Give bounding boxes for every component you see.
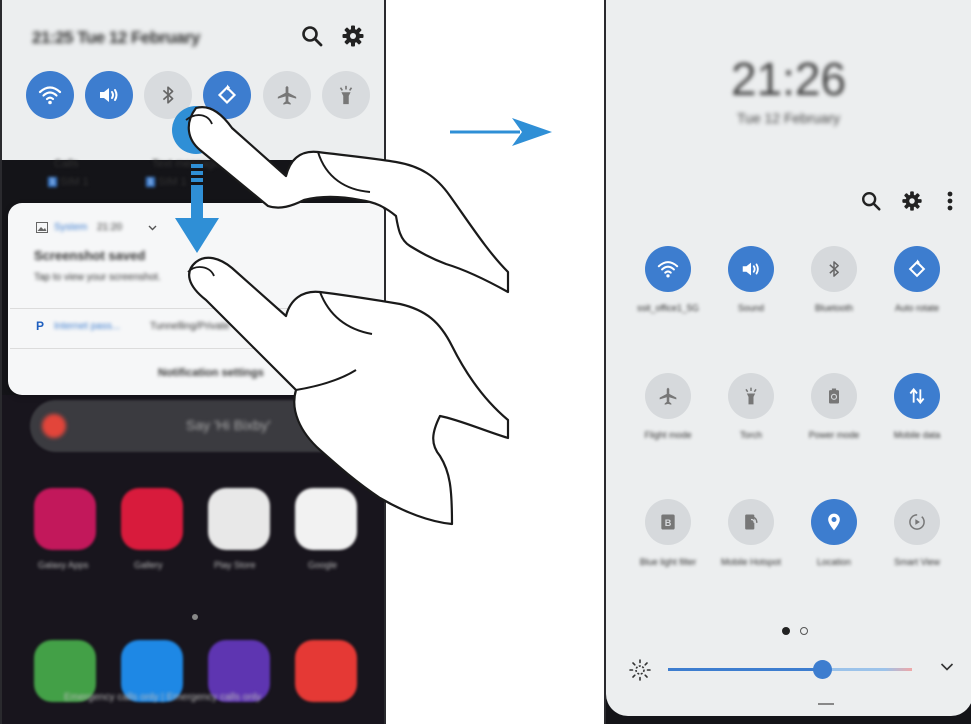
mobile-data-icon — [909, 387, 925, 405]
sound-icon — [742, 262, 759, 276]
brightness-thumb[interactable] — [813, 660, 832, 679]
search-icon[interactable] — [860, 190, 882, 212]
tile-label: Mobile data — [893, 430, 941, 440]
app-label: Gallery — [134, 560, 163, 570]
auto-rotate-icon — [908, 259, 926, 278]
two-finger-drag-hand — [172, 106, 510, 526]
app-camera[interactable] — [295, 640, 357, 702]
tile-label: Blue light filter — [639, 557, 697, 567]
tile-label: Smart View — [894, 557, 940, 567]
svg-text:B: B — [665, 518, 672, 528]
torch-tile[interactable] — [728, 373, 774, 419]
page-indicator-current[interactable] — [782, 627, 790, 635]
airplane-icon — [659, 387, 677, 405]
auto-rotate-tile[interactable] — [894, 246, 940, 292]
more-options-icon[interactable] — [946, 190, 954, 212]
transition-arrow-icon — [450, 118, 552, 146]
tile-label: Power mode — [808, 430, 860, 440]
location-tile[interactable] — [811, 499, 857, 545]
smart-view-icon — [909, 514, 925, 530]
wifi-tile[interactable] — [645, 246, 691, 292]
brightness-slider[interactable] — [668, 660, 912, 679]
wifi-icon — [657, 261, 679, 278]
tile-label: ssit_office1_5G — [637, 303, 699, 313]
smart-view-tile[interactable] — [894, 499, 940, 545]
emergency-calls-text: Emergency calls only | Emergency calls o… — [64, 692, 262, 703]
brightness-track-rest — [822, 668, 912, 671]
panel-handle[interactable] — [818, 703, 834, 705]
tile-label: Bluetooth — [814, 303, 854, 313]
torch-icon — [745, 387, 757, 405]
mobile-hotspot-tile[interactable] — [728, 499, 774, 545]
quick-panel — [606, 0, 971, 716]
gear-icon[interactable] — [901, 190, 923, 212]
app-label: Google — [308, 560, 338, 570]
brightness-fill — [668, 668, 822, 671]
tile-label: Mobile Hotspot — [720, 557, 782, 567]
page-indicator-next[interactable] — [800, 627, 808, 635]
tile-label: Flight mode — [644, 430, 692, 440]
brightness-icon — [629, 659, 651, 681]
blue-light-filter-tile[interactable]: B — [645, 499, 691, 545]
mobile-data-tile[interactable] — [894, 373, 940, 419]
tile-label: Location — [816, 557, 852, 567]
tile-label: Auto rotate — [894, 303, 940, 313]
location-icon — [828, 513, 840, 531]
lock-date: Tue 12 February — [737, 110, 840, 126]
bluetooth-icon — [829, 261, 839, 277]
power-mode-tile[interactable] — [811, 373, 857, 419]
flight-mode-tile[interactable] — [645, 373, 691, 419]
sound-tile[interactable] — [728, 246, 774, 292]
tile-label: Torch — [739, 430, 762, 440]
hotspot-icon — [745, 514, 758, 530]
home-page-dot — [192, 614, 198, 620]
app-label: Play Store — [214, 560, 256, 570]
lock-clock: 21:26 — [730, 53, 847, 105]
blue-light-icon: B — [661, 514, 675, 530]
right-phone-screen: 21:26 Tue 12 February ssit_office1_5G So… — [604, 0, 971, 724]
power-mode-icon — [829, 388, 839, 404]
bluetooth-tile[interactable] — [811, 246, 857, 292]
tile-label: Sound — [737, 303, 765, 313]
chevron-down-icon[interactable] — [940, 662, 954, 672]
app-label: Galaxy Apps — [38, 560, 89, 570]
